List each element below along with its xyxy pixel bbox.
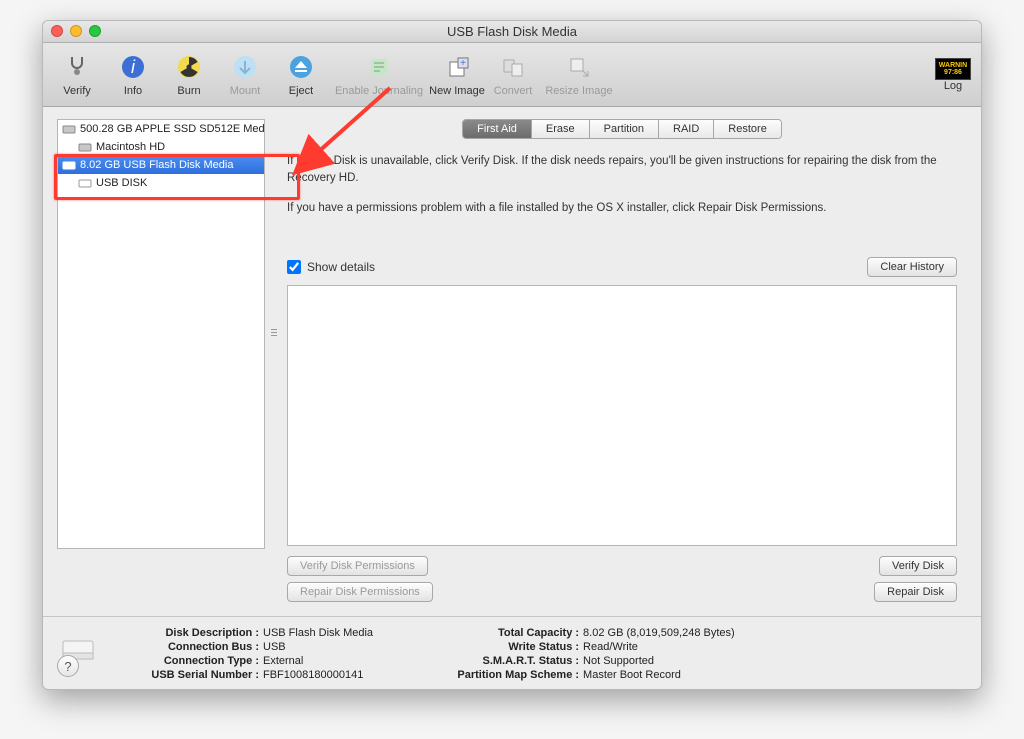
window-title: USB Flash Disk Media <box>447 24 577 39</box>
tab-partition[interactable]: Partition <box>590 120 659 138</box>
instructions-text: If Repair Disk is unavailable, click Ver… <box>277 149 967 227</box>
resize-handle[interactable] <box>271 317 277 347</box>
hdd-icon <box>78 141 92 153</box>
footer-info: Disk Description :USB Flash Disk Media C… <box>43 616 981 689</box>
verify-disk-permissions-button[interactable]: Verify Disk Permissions <box>287 556 428 576</box>
external-disk-icon <box>62 159 76 171</box>
tab-bar: First Aid Erase Partition RAID Restore <box>277 119 967 139</box>
info-button[interactable]: i Info <box>105 45 161 105</box>
mount-icon <box>230 52 260 82</box>
convert-button[interactable]: Convert <box>485 45 541 105</box>
footer-col-right: Total Capacity :8.02 GB (8,019,509,248 B… <box>429 627 735 681</box>
tab-raid[interactable]: RAID <box>659 120 714 138</box>
tab-restore[interactable]: Restore <box>714 120 781 138</box>
resize-image-button[interactable]: Resize Image <box>541 45 617 105</box>
verify-button[interactable]: Verify <box>49 45 105 105</box>
radiation-icon <box>174 52 204 82</box>
new-image-icon: + <box>442 52 472 82</box>
external-disk-icon <box>78 177 92 189</box>
tab-first-aid[interactable]: First Aid <box>463 120 532 138</box>
mount-button[interactable]: Mount <box>217 45 273 105</box>
burn-button[interactable]: Burn <box>161 45 217 105</box>
title-bar: USB Flash Disk Media <box>43 21 981 43</box>
tree-row-internal-disk[interactable]: 500.28 GB APPLE SSD SD512E Media <box>58 120 264 138</box>
clear-history-button[interactable]: Clear History <box>867 257 957 277</box>
resize-icon <box>564 52 594 82</box>
info-icon: i <box>118 52 148 82</box>
footer-col-left: Disk Description :USB Flash Disk Media C… <box>129 627 373 681</box>
show-details-label: Show details <box>307 260 375 274</box>
log-output[interactable] <box>287 285 957 546</box>
eject-button[interactable]: Eject <box>273 45 329 105</box>
svg-text:+: + <box>460 58 466 69</box>
eject-icon <box>286 52 316 82</box>
minimize-icon[interactable] <box>70 25 82 37</box>
disk-tree[interactable]: 500.28 GB APPLE SSD SD512E Media Macinto… <box>57 119 265 549</box>
log-button[interactable]: WARNIN 97:86 Log <box>935 58 971 92</box>
stethoscope-icon <box>62 52 92 82</box>
tree-row-macintosh-hd[interactable]: Macintosh HD <box>58 138 264 156</box>
close-icon[interactable] <box>51 25 63 37</box>
zoom-icon[interactable] <box>89 25 101 37</box>
repair-disk-button[interactable]: Repair Disk <box>874 582 957 602</box>
hdd-icon <box>62 123 76 135</box>
journal-icon <box>364 52 394 82</box>
convert-icon <box>498 52 528 82</box>
verify-disk-button[interactable]: Verify Disk <box>879 556 957 576</box>
content-area: 500.28 GB APPLE SSD SD512E Media Macinto… <box>43 107 981 616</box>
new-image-button[interactable]: + New Image <box>429 45 485 105</box>
toolbar: Verify i Info Burn Mount Eject Enable Jo… <box>43 43 981 107</box>
help-button[interactable]: ? <box>57 655 79 677</box>
enable-journaling-button[interactable]: Enable Journaling <box>329 45 429 105</box>
repair-disk-permissions-button[interactable]: Repair Disk Permissions <box>287 582 433 602</box>
sidebar: 500.28 GB APPLE SSD SD512E Media Macinto… <box>43 107 273 616</box>
show-details-checkbox[interactable] <box>287 260 301 274</box>
warning-badge-icon: WARNIN 97:86 <box>935 58 971 80</box>
tree-row-usb-media[interactable]: 8.02 GB USB Flash Disk Media <box>58 156 264 174</box>
window-controls <box>51 25 101 37</box>
disk-utility-window: USB Flash Disk Media Verify i Info Burn … <box>42 20 982 690</box>
main-panel: First Aid Erase Partition RAID Restore I… <box>273 107 981 616</box>
tab-erase[interactable]: Erase <box>532 120 590 138</box>
tree-row-usb-disk[interactable]: USB DISK <box>58 174 264 192</box>
